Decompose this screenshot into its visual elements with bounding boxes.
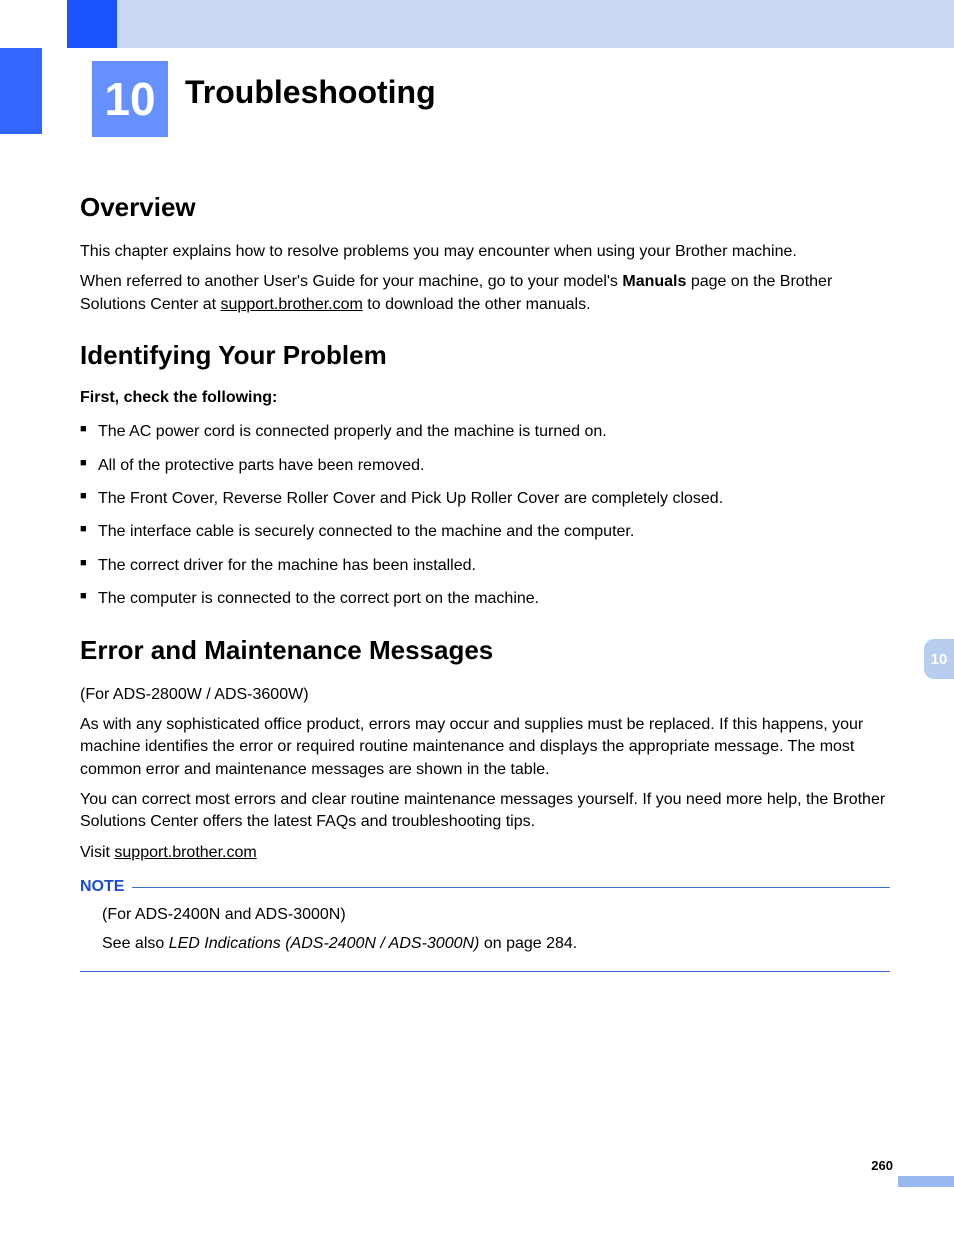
note-text-after: on page 284. <box>479 935 577 952</box>
side-tab-number: 10 <box>931 651 948 668</box>
overview-p2-after: to download the other manuals. <box>363 296 591 313</box>
note-body: (For ADS-2400N and ADS-3000N) See also L… <box>80 904 890 955</box>
overview-p1: This chapter explains how to resolve pro… <box>80 241 890 263</box>
left-sidebar-accent <box>0 48 42 134</box>
page-number: 260 <box>871 1158 893 1173</box>
note-box: NOTE (For ADS-2400N and ADS-3000N) See a… <box>80 878 890 972</box>
error-p2: You can correct most errors and clear ro… <box>80 789 890 834</box>
list-item: The correct driver for the machine has b… <box>80 555 890 577</box>
note-divider <box>132 887 890 888</box>
error-p1: As with any sophisticated office product… <box>80 714 890 781</box>
note-label: NOTE <box>80 878 124 896</box>
error-p3-before: Visit <box>80 844 114 861</box>
list-item: The AC power cord is connected properly … <box>80 421 890 443</box>
overview-p2-bold: Manuals <box>622 273 686 290</box>
error-p3: Visit support.brother.com <box>80 842 890 864</box>
bottom-accent-bar <box>898 1176 954 1187</box>
error-heading: Error and Maintenance Messages <box>80 635 890 666</box>
chapter-number: 10 <box>104 72 155 126</box>
page-content: Overview This chapter explains how to re… <box>80 180 890 972</box>
chapter-title: Troubleshooting <box>185 74 436 111</box>
list-item: The interface cable is securely connecte… <box>80 521 890 543</box>
overview-p2-before: When referred to another User's Guide fo… <box>80 273 622 290</box>
note-models: (For ADS-2400N and ADS-3000N) <box>102 904 890 926</box>
note-seealso: See also LED Indications (ADS-2400N / AD… <box>102 933 890 955</box>
list-item: The Front Cover, Reverse Roller Cover an… <box>80 488 890 510</box>
check-list: The AC power cord is connected properly … <box>80 421 890 610</box>
error-models: (For ADS-2800W / ADS-3600W) <box>80 684 890 706</box>
error-support-link[interactable]: support.brother.com <box>114 844 256 861</box>
list-item: All of the protective parts have been re… <box>80 455 890 477</box>
overview-heading: Overview <box>80 192 890 223</box>
list-item: The computer is connected to the correct… <box>80 588 890 610</box>
side-chapter-tab: 10 <box>924 639 954 679</box>
header-banner-light <box>117 0 954 48</box>
check-heading: First, check the following: <box>80 389 890 407</box>
note-text-italic: LED Indications (ADS-2400N / ADS-3000N) <box>169 935 480 952</box>
overview-p2: When referred to another User's Guide fo… <box>80 271 890 316</box>
header-banner-dark <box>67 0 117 48</box>
identifying-heading: Identifying Your Problem <box>80 340 890 371</box>
overview-support-link[interactable]: support.brother.com <box>221 296 363 313</box>
chapter-number-box: 10 <box>92 61 168 137</box>
note-header: NOTE <box>80 878 890 896</box>
note-text-before: See also <box>102 935 169 952</box>
